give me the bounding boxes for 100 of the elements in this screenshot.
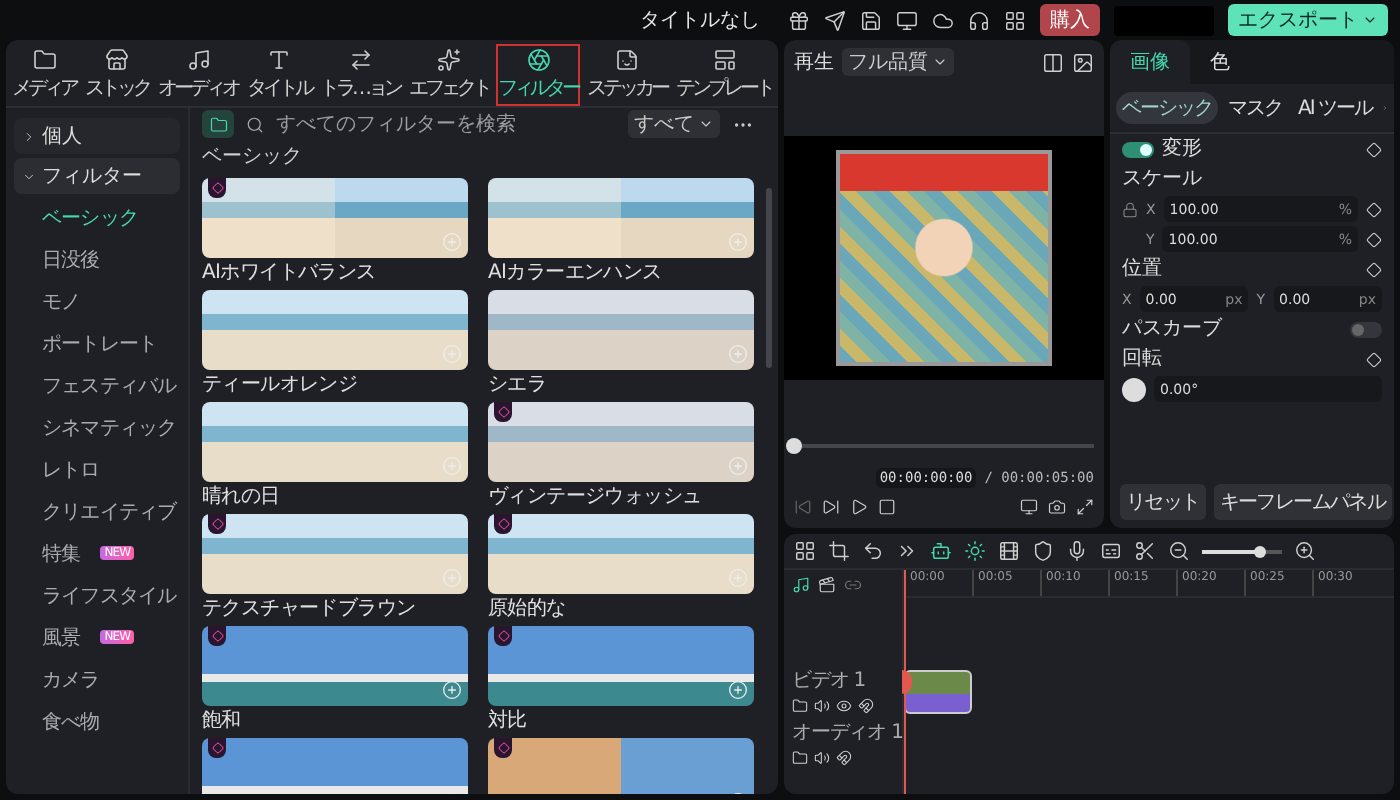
media-tab[interactable]: ストック <box>83 44 151 106</box>
media-tab[interactable]: エフェクト <box>407 44 491 106</box>
text-icon <box>266 48 292 72</box>
media-tab[interactable]: オーディオ <box>156 44 240 106</box>
chevron-down-icon <box>698 116 714 132</box>
next-frame-icon[interactable] <box>822 498 840 516</box>
send-icon[interactable] <box>824 9 846 31</box>
section-label: 変形 <box>1162 137 1202 161</box>
magnet-icon[interactable] <box>836 750 852 766</box>
monitor-icon[interactable] <box>1020 498 1038 516</box>
camera-icon[interactable] <box>1048 498 1066 516</box>
film-icon[interactable] <box>998 540 1020 562</box>
sticker-icon <box>614 48 640 72</box>
media-tab[interactable]: フィルター <box>496 44 580 106</box>
category-item[interactable]: クリエイティブ <box>14 492 180 530</box>
folder-icon <box>31 48 57 72</box>
rotation-dial[interactable] <box>1122 377 1146 401</box>
speaker-icon[interactable] <box>814 750 830 766</box>
property-subtab[interactable]: マスク <box>1222 92 1288 124</box>
media-tab[interactable]: ステッカー <box>585 44 669 106</box>
category-group[interactable]: 個人 <box>14 118 180 154</box>
property-subtab[interactable]: ベーシック <box>1116 92 1218 124</box>
fullscreen-icon[interactable] <box>1076 498 1094 516</box>
folder-icon[interactable] <box>792 698 808 714</box>
category-item[interactable]: 食べ物 <box>14 702 180 740</box>
add-icon[interactable] <box>728 680 748 700</box>
media-tab[interactable]: テンプレート <box>674 44 774 106</box>
category-item[interactable]: モノ <box>14 282 180 320</box>
scrollbar[interactable] <box>766 188 772 368</box>
category-item[interactable]: シネマティック <box>14 408 180 446</box>
clapperboard-icon[interactable] <box>818 575 836 593</box>
lock-icon[interactable] <box>1122 201 1138 217</box>
headphones-icon[interactable] <box>968 9 990 31</box>
property-tab[interactable]: 画像 <box>1110 40 1190 84</box>
swap-arrows-icon <box>347 48 373 72</box>
chevron-down-icon <box>1362 12 1378 28</box>
gift-icon[interactable] <box>788 9 810 31</box>
toggle-switch[interactable] <box>1122 141 1154 157</box>
filter-name: シエラ <box>488 372 549 398</box>
cloud-icon[interactable] <box>932 9 954 31</box>
zoom-out-icon[interactable] <box>1168 540 1190 562</box>
zoom-thumb[interactable] <box>1253 545 1266 557</box>
filter-name: 原始的な <box>488 596 568 622</box>
category-item[interactable]: ポートレート <box>14 324 180 362</box>
split-view-icon[interactable] <box>1042 51 1064 73</box>
eye-icon[interactable] <box>836 698 852 714</box>
scissors-icon[interactable] <box>1134 540 1156 562</box>
category-select[interactable]: すべて <box>628 110 720 138</box>
folder-icon[interactable] <box>792 750 808 766</box>
panel-button[interactable]: リセット <box>1120 484 1206 520</box>
toggle-switch[interactable] <box>1350 321 1382 337</box>
keyframe-icon[interactable] <box>1366 351 1382 367</box>
add-icon[interactable] <box>442 680 462 700</box>
category-item[interactable]: レトロ <box>14 450 180 488</box>
progress-thumb[interactable] <box>786 438 802 454</box>
monitor-icon[interactable] <box>896 9 918 31</box>
category-item[interactable]: ベーシック <box>14 198 180 236</box>
category-item[interactable]: フェスティバル <box>14 366 180 404</box>
category-group[interactable]: フィルター <box>14 158 180 194</box>
music-note-icon[interactable] <box>792 575 810 593</box>
category-item[interactable]: カメラ <box>14 660 180 698</box>
search-field[interactable]: すべてのフィルターを検索 <box>246 108 616 140</box>
link-icon[interactable] <box>844 575 862 593</box>
stop-icon[interactable] <box>878 498 896 516</box>
save-icon[interactable] <box>860 9 882 31</box>
video-clip[interactable] <box>904 670 972 714</box>
property-subtab[interactable]: AI ツール <box>1292 92 1378 124</box>
image-icon[interactable] <box>1072 51 1094 73</box>
grid-icon[interactable] <box>794 540 816 562</box>
double-chevron-icon[interactable] <box>896 540 918 562</box>
panel-button[interactable]: キーフレームパネル <box>1213 484 1392 520</box>
category-item[interactable]: ライフスタイル <box>14 576 180 614</box>
shield-icon[interactable] <box>1032 540 1054 562</box>
filter-name: ティールオレンジ <box>202 372 360 398</box>
property-tab[interactable]: 色 <box>1190 40 1250 84</box>
media-tab[interactable]: トラ…ョン <box>318 44 402 106</box>
buy-button[interactable]: 購入 <box>1040 4 1100 36</box>
media-tab[interactable]: メディア <box>10 44 78 106</box>
microphone-icon[interactable] <box>1066 540 1088 562</box>
play-icon[interactable] <box>850 498 868 516</box>
zoom-in-icon[interactable] <box>1294 540 1316 562</box>
captions-icon[interactable] <box>1100 540 1122 562</box>
photo-placeholder[interactable] <box>488 738 754 794</box>
folder-button[interactable] <box>202 110 234 138</box>
filter-name: 飽和 <box>202 707 243 734</box>
crop-icon[interactable] <box>828 540 850 562</box>
magnet-icon[interactable] <box>858 698 874 714</box>
photo-placeholder[interactable] <box>202 738 468 794</box>
previous-frame-icon[interactable] <box>794 498 812 516</box>
robot-icon[interactable] <box>930 540 952 562</box>
sun-icon[interactable] <box>964 540 986 562</box>
quality-select[interactable]: フル品質 <box>842 48 954 76</box>
media-tab[interactable]: タイトル <box>245 44 313 106</box>
speaker-icon[interactable] <box>814 698 830 714</box>
filter-name: AIホワイトバランス <box>202 260 378 286</box>
undo-icon[interactable] <box>862 540 884 562</box>
category-item[interactable]: 日没後 <box>14 240 180 278</box>
export-button[interactable]: エクスポート <box>1228 4 1388 36</box>
keyframe-icon[interactable] <box>1366 141 1382 157</box>
grid-icon[interactable] <box>1004 9 1026 31</box>
